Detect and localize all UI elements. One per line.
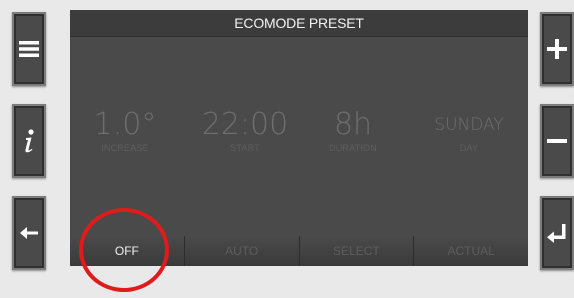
duration-label: DURATION (329, 143, 377, 153)
enter-icon (547, 223, 567, 243)
day-value: SUNDAY (434, 115, 504, 135)
back-arrow-icon (20, 227, 38, 239)
plus-button[interactable] (540, 12, 574, 86)
info-button[interactable] (12, 104, 46, 178)
param-duration: 8h DURATION (298, 107, 408, 154)
duration-value: 8h (333, 107, 373, 142)
param-increase: 1.0° INCREASE (70, 107, 180, 154)
thermostat-screen: ECOMODE PRESET 1.0° INCREASE 22:00 START… (70, 10, 528, 266)
param-day: SUNDAY DAY (414, 108, 524, 153)
back-button[interactable] (12, 196, 46, 270)
increase-label: INCREASE (101, 143, 149, 153)
minus-icon (547, 138, 567, 144)
day-label: DAY (459, 143, 479, 153)
menu-icon (19, 41, 39, 57)
minus-button[interactable] (540, 104, 574, 178)
softkey-actual[interactable]: ACTUAL (414, 236, 528, 266)
param-start: 22:00 START (190, 107, 300, 154)
softkey-select[interactable]: SELECT (299, 236, 415, 266)
enter-button[interactable] (540, 196, 574, 270)
softkey-off[interactable]: OFF (70, 236, 185, 266)
info-icon (21, 128, 37, 154)
menu-button[interactable] (12, 12, 46, 86)
softkey-auto[interactable]: AUTO (184, 236, 300, 266)
plus-icon (547, 39, 567, 59)
increase-value: 1.0° (93, 107, 157, 142)
start-value: 22:00 (201, 107, 289, 142)
softkey-bar: OFF AUTO SELECT ACTUAL (70, 236, 528, 266)
start-label: START (230, 143, 260, 153)
screen-title: ECOMODE PRESET (234, 15, 364, 31)
